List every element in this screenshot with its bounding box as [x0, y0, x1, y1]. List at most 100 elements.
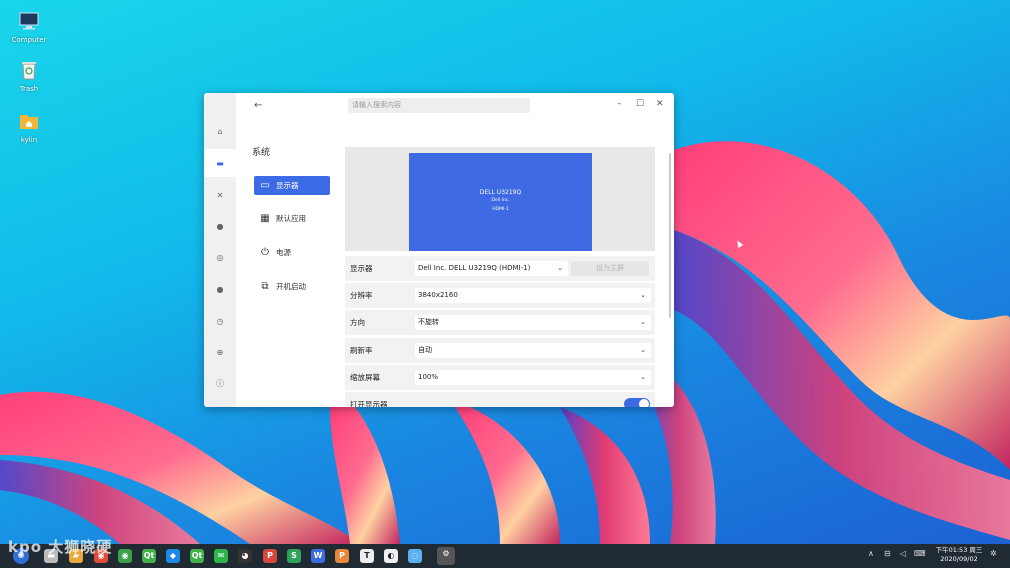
rail-network[interactable]: ◎	[204, 243, 236, 271]
palette-icon: ●	[216, 221, 224, 231]
back-button[interactable]: ←	[254, 100, 262, 111]
rail-personalize[interactable]: ●	[204, 212, 236, 240]
section-title: 系统	[252, 148, 271, 158]
row-scale: 缩放屏幕 100% ⌄	[345, 365, 655, 390]
app-store-icon: ◌	[411, 551, 419, 560]
row-orientation: 方向 不旋转 ⌄	[345, 310, 655, 335]
select-value: Dell Inc. DELL U3219Q (HDMI-1)	[418, 264, 531, 272]
clock-date: 2020/09/02	[940, 555, 978, 563]
rail-time[interactable]: ◷	[204, 307, 236, 335]
tray-keyboard[interactable]: ⌨	[914, 549, 926, 558]
settings-window: ⌂ ▬ ✕ ● ◎ ● ◷ ⊕ ⓘ ← 请输入搜索内容 – ☐ ✕ 系统 ▭ 显…	[204, 93, 674, 407]
chevron-down-icon: ⌄	[640, 291, 646, 299]
desktop-icon-kylin[interactable]: kylin	[8, 110, 50, 144]
row-label: 方向	[350, 318, 365, 327]
wps-presentation-icon: P	[267, 551, 273, 560]
watermark: kpo 大狮晓硬	[8, 538, 113, 556]
chevron-down-icon: ⌄	[640, 373, 646, 381]
row-resolution: 分辨率 3840x2160 ⌄	[345, 283, 655, 308]
taskbar-app[interactable]: ◐	[384, 549, 398, 563]
select-value: 不旋转	[418, 318, 439, 326]
taskbar-app[interactable]: P	[335, 549, 349, 563]
wps-spreadsheet-icon: S	[291, 551, 297, 560]
qq-icon: ◕	[241, 551, 249, 560]
info-icon: ⓘ	[216, 378, 224, 388]
orientation-select[interactable]: 不旋转 ⌄	[415, 315, 651, 330]
home-folder-icon	[20, 115, 38, 129]
home-icon: ⌂	[217, 126, 223, 136]
menu-item-startup[interactable]: ⧉ 开机启动	[254, 277, 330, 296]
network-tray-icon: ⊟	[884, 549, 891, 558]
menu-item-label: 电源	[276, 248, 291, 257]
row-label: 刷新率	[350, 346, 373, 355]
tools-icon: ✕	[216, 190, 224, 200]
taskbar-clock[interactable]: 下午01:53 周三 2020/09/02	[928, 546, 990, 564]
computer-icon	[19, 12, 39, 30]
tray-network[interactable]: ⊟	[884, 549, 891, 558]
row-monitor: 显示器 Dell Inc. DELL U3219Q (HDMI-1) ⌄ 设为主…	[345, 256, 655, 281]
display-icon: ▬	[216, 158, 224, 168]
taskbar-app[interactable]: Qt	[190, 549, 204, 563]
enable-monitor-toggle[interactable]	[624, 398, 650, 407]
taskbar-app[interactable]: T	[360, 549, 374, 563]
notification-button[interactable]: ✲	[990, 549, 997, 558]
monitor-name: DELL U3219Q	[479, 189, 522, 196]
arrow-up-icon: ∧	[868, 549, 874, 558]
minimize-button[interactable]: –	[617, 99, 622, 109]
clock-time: 下午01:53 周三	[935, 546, 983, 554]
qt-designer-icon: Qt	[191, 551, 203, 560]
desktop-icon-computer[interactable]: Computer	[8, 10, 50, 44]
monitor-tile[interactable]: DELL U3219Q Dell Inc. HDMI-1	[409, 153, 592, 251]
maximize-button[interactable]: ☐	[636, 99, 644, 109]
row-label: 缩放屏幕	[350, 373, 380, 382]
taskbar-app[interactable]: ◆	[166, 549, 180, 563]
refresh-rate-select[interactable]: 自动 ⌄	[415, 343, 651, 358]
desktop-icon-label: kylin	[20, 136, 38, 144]
menu-item-label: 显示器	[276, 181, 299, 190]
tray-expand-button[interactable]: ∧	[868, 549, 874, 558]
desktop-icon-trash[interactable]: Trash	[8, 59, 50, 93]
account-icon: ●	[216, 284, 224, 294]
display-preview: DELL U3219Q Dell Inc. HDMI-1	[345, 147, 655, 251]
menu-item-display[interactable]: ▭ 显示器	[254, 176, 330, 195]
chevron-down-icon: ⌄	[640, 318, 646, 326]
taskbar-app[interactable]: P	[263, 549, 277, 563]
taskbar-app[interactable]: ◌	[408, 549, 422, 563]
rail-system[interactable]: ▬	[204, 149, 236, 177]
menu-item-label: 开机启动	[276, 282, 306, 291]
vscode-icon: ◆	[169, 551, 177, 560]
search-input[interactable]: 请输入搜索内容	[348, 98, 530, 113]
time-icon: ◷	[216, 316, 224, 326]
scrollbar[interactable]	[669, 153, 671, 318]
menu-item-power[interactable]: ⏻ 电源	[254, 243, 330, 262]
taskbar-app[interactable]: Qt	[142, 549, 156, 563]
rail-home[interactable]: ⌂	[204, 117, 236, 145]
taskbar-app[interactable]: ✉	[214, 549, 228, 563]
select-value: 100%	[418, 373, 439, 381]
monitor-vendor: Dell Inc.	[491, 198, 510, 203]
resolution-select[interactable]: 3840x2160 ⌄	[415, 288, 651, 303]
monitor-select[interactable]: Dell Inc. DELL U3219Q (HDMI-1) ⌄	[415, 261, 568, 276]
wps-writer-icon: W	[313, 551, 323, 560]
taskbar-app-active[interactable]: ⚙	[437, 547, 455, 565]
tray-volume[interactable]: ◁	[900, 549, 906, 558]
desktop-icon-label: Computer	[11, 36, 47, 44]
rail-devices[interactable]: ✕	[204, 181, 236, 209]
scale-select[interactable]: 100% ⌄	[415, 370, 651, 385]
rail-update[interactable]: ⊕	[204, 338, 236, 366]
power-icon: ⏻	[261, 247, 269, 258]
close-button[interactable]: ✕	[656, 99, 664, 109]
taskbar-app[interactable]: ◉	[118, 549, 132, 563]
grid-icon: ▦	[260, 213, 270, 224]
rail-about[interactable]: ⓘ	[204, 369, 236, 397]
taskbar-app[interactable]: W	[311, 549, 325, 563]
taskbar-app[interactable]: S	[287, 549, 301, 563]
row-label: 打开显示器	[350, 400, 388, 407]
qt-creator-icon: Qt	[143, 551, 155, 560]
set-primary-button[interactable]: 设为主屏	[571, 261, 649, 276]
taskbar-app[interactable]: ◕	[238, 549, 252, 563]
category-rail: ⌂ ▬ ✕ ● ◎ ● ◷ ⊕ ⓘ	[204, 93, 236, 407]
row-label: 分辨率	[350, 291, 373, 300]
rail-account[interactable]: ●	[204, 275, 236, 303]
menu-item-default-apps[interactable]: ▦ 默认应用	[254, 209, 330, 228]
